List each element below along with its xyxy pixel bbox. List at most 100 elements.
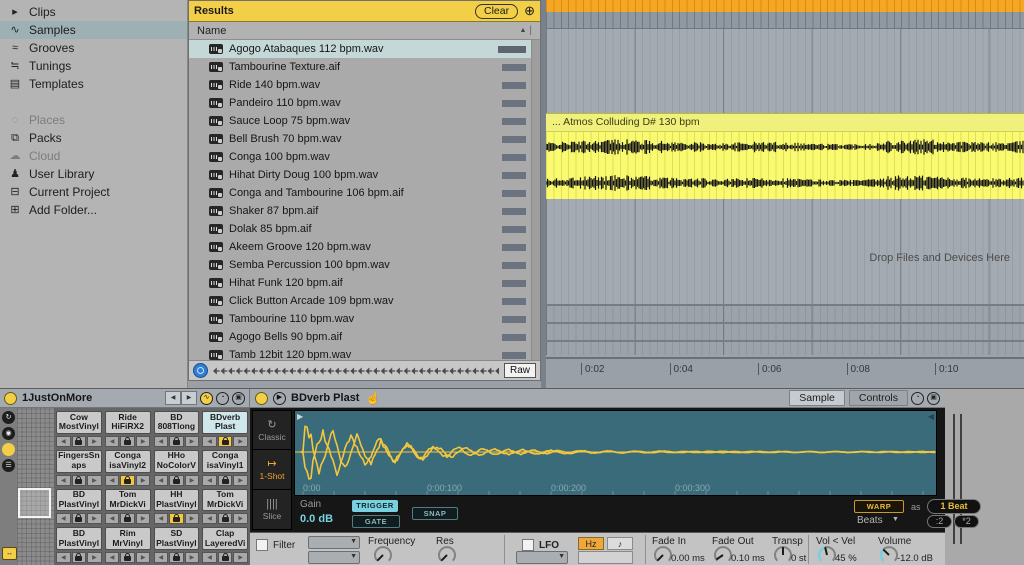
sidebar-item-packs[interactable]: ⧉ Packs [0, 129, 187, 147]
pad-hotswap-button[interactable] [217, 435, 233, 447]
pad-play-button[interactable]: ▶ [87, 552, 102, 563]
filter-slope-select[interactable] [308, 551, 360, 564]
sidebar-item-tunings[interactable]: ≒ Tunings [0, 57, 187, 75]
gain-value[interactable]: 0.0 dB [300, 513, 333, 525]
io-view-icon[interactable]: ◉ [2, 427, 15, 440]
mode-slice[interactable]: |||| Slice [252, 490, 292, 530]
pad-play-button[interactable]: ▶ [184, 435, 200, 447]
save-preset-icon[interactable]: ▣ [232, 391, 245, 405]
tab-sample[interactable]: Sample [789, 390, 845, 406]
sidebar-item-user-library[interactable]: ♟ User Library [0, 165, 187, 183]
result-row[interactable]: Akeem Groove 120 bpm.wav [189, 238, 540, 256]
filter-checkbox[interactable] [256, 539, 268, 551]
sample-display[interactable]: ▶ ◀ 0:00 0:00:100 0:00:200 0:00:300 [294, 410, 937, 496]
result-row[interactable]: Tamb 12bit 120 bpm.wav [189, 346, 540, 360]
sidebar-item-samples[interactable]: ∿ Samples [0, 21, 187, 39]
lfo-rate-box[interactable] [578, 551, 633, 564]
results-scrollbar[interactable] [531, 40, 540, 360]
frequency-knob[interactable] [372, 544, 394, 565]
pad-hotswap-button[interactable] [217, 513, 233, 525]
scrub-area[interactable] [546, 0, 1024, 12]
pad-hotswap-button[interactable] [169, 474, 184, 486]
pad-hotswap-button[interactable] [169, 435, 184, 447]
result-row[interactable]: Conga and Tambourine 106 bpm.aif [189, 184, 540, 202]
device-activator-led[interactable] [4, 391, 17, 405]
pad-play-button[interactable]: ▶ [87, 435, 102, 447]
lfo-hz-button[interactable]: Hz [578, 537, 604, 550]
pad-hotswap-button[interactable] [71, 552, 87, 563]
pad-name[interactable]: HHo NoColorV [153, 449, 200, 473]
next-chain-button[interactable]: ▶ [181, 391, 197, 405]
filter-type-select[interactable] [308, 536, 360, 549]
track-device-titlebar[interactable]: 1JustOnMore ◀ ▶ ∿ ◔ ▣ [0, 389, 250, 408]
drum-pad-rim-mrvinyl[interactable]: Rim MrVinyl ◀ ▶ [104, 527, 151, 563]
track-lane[interactable] [546, 304, 1024, 322]
drum-pad-bd-plastvinyl[interactable]: BD PlastVinyl ◀ ▶ [56, 488, 102, 525]
pad-name[interactable]: BDverb Plast [202, 411, 248, 434]
pad-mute-button[interactable]: ◀ [56, 552, 71, 563]
result-row[interactable]: Agogo Atabaques 112 bpm.wav [189, 40, 540, 58]
pad-hotswap-button[interactable] [169, 513, 184, 525]
chevron-down-icon[interactable]: ▼ [892, 516, 899, 523]
pad-overview-grid[interactable] [17, 408, 54, 565]
pad-mute-button[interactable]: ◀ [153, 474, 169, 486]
pad-name[interactable]: SD PlastVinyl [153, 527, 200, 550]
sidebar-item-grooves[interactable]: ≈ Grooves [0, 39, 187, 57]
trigger-button[interactable]: TRIGGER [352, 500, 398, 512]
double-tempo-button[interactable]: *2 [954, 515, 979, 528]
drum-pad-sd-plastvinyl[interactable]: SD PlastVinyl ◀ ▶ [153, 527, 200, 563]
pad-hotswap-button[interactable] [120, 435, 135, 447]
pad-mute-button[interactable]: ◀ [104, 513, 120, 525]
pad-mute-button[interactable]: ◀ [202, 552, 217, 563]
drum-pad-conga-isavinyl1[interactable]: Conga isaVinyl1 ◀ ▶ [202, 449, 248, 486]
pad-mute-button[interactable]: ◀ [153, 435, 169, 447]
pad-play-button[interactable]: ▶ [233, 552, 248, 563]
pad-hotswap-button[interactable] [217, 552, 233, 563]
beat-ruler[interactable] [546, 12, 1024, 29]
result-row[interactable]: Ride 140 bpm.wav [189, 76, 540, 94]
pad-mute-button[interactable]: ◀ [56, 474, 71, 486]
pad-hotswap-button[interactable] [169, 552, 184, 563]
clip-title[interactable]: ... Atmos Colluding D# 130 bpm [546, 113, 1024, 132]
clip-waveform-area[interactable] [546, 132, 1024, 199]
result-row[interactable]: Sauce Loop 75 bpm.wav [189, 112, 540, 130]
pad-mute-button[interactable]: ◀ [202, 435, 217, 447]
sidebar-item-current-project[interactable]: ⊟ Current Project [0, 183, 187, 201]
pad-hotswap-button[interactable] [71, 513, 87, 525]
pad-mute-button[interactable]: ◀ [104, 474, 120, 486]
lfo-checkbox[interactable] [522, 539, 534, 551]
raw-toggle-button[interactable]: Raw [503, 363, 536, 378]
drum-pad-tom-mrdickvi[interactable]: Tom MrDickVi ◀ ▶ [104, 488, 151, 525]
result-row[interactable]: Tambourine Texture.aif [189, 58, 540, 76]
sidebar-item-places[interactable]: ◌ Places [0, 111, 187, 129]
drum-pad-bd-plastvinyl[interactable]: BD PlastVinyl ◀ ▶ [56, 527, 102, 563]
pad-name[interactable]: Conga isaVinyl2 [104, 449, 151, 473]
hot-swap-sample-icon[interactable]: ◔ [911, 391, 924, 405]
macro-dial-icon[interactable]: ◔ [216, 391, 229, 405]
pad-play-button[interactable]: ▶ [233, 513, 248, 525]
pad-mute-button[interactable]: ◀ [104, 552, 120, 563]
results-column-header[interactable]: Name ▲ | [189, 22, 540, 40]
half-tempo-button[interactable]: :2 [927, 515, 952, 528]
pad-mute-button[interactable]: ◀ [56, 513, 71, 525]
mode-classic[interactable]: ↻ Classic [252, 410, 292, 450]
pad-hotswap-button[interactable] [120, 513, 135, 525]
warp-button[interactable]: WARP [854, 500, 904, 513]
io-routing-icon[interactable]: ↔ [2, 547, 17, 560]
pad-name[interactable]: Tom MrDickVi [202, 488, 248, 512]
pad-name[interactable]: HH PlastVinyl [153, 488, 200, 512]
drum-pad-hh-plastvinyl[interactable]: HH PlastVinyl ◀ ▶ [153, 488, 200, 525]
sample-end-marker[interactable]: ◀ [928, 412, 934, 421]
auto-select-icon[interactable]: ↻ [2, 411, 15, 424]
drum-pad-clap-layeredvi[interactable]: Clap LayeredVi ◀ ▶ [202, 527, 248, 563]
res-knob[interactable] [436, 544, 458, 565]
mode-1-shot[interactable]: ↦ 1-Shot [252, 450, 292, 490]
result-row[interactable]: Tambourine 110 bpm.wav [189, 310, 540, 328]
pad-play-button[interactable]: ▶ [135, 552, 151, 563]
pad-play-button[interactable]: ▶ [135, 474, 151, 486]
pad-hotswap-button[interactable] [217, 474, 233, 486]
drum-pad-bd-808tlong[interactable]: BD 808Tlong ◀ ▶ [153, 411, 200, 447]
warp-beat-value[interactable]: 1 Beat [927, 499, 981, 514]
sample-start-marker[interactable]: ▶ [297, 412, 303, 421]
name-column-header[interactable]: Name [197, 25, 519, 37]
